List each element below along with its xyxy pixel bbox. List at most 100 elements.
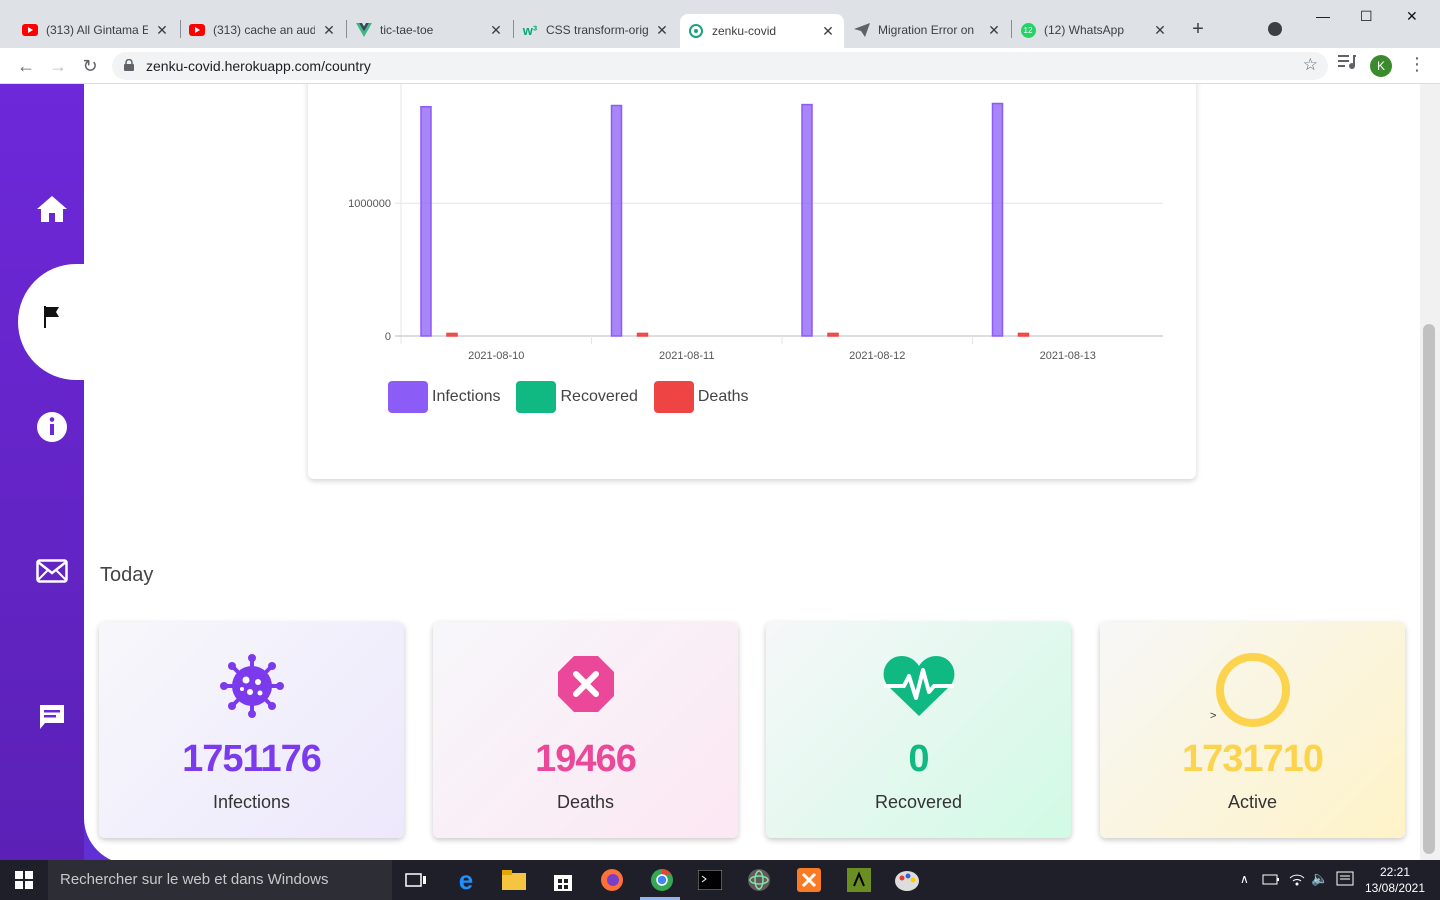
close-tab-icon[interactable]: ✕ xyxy=(488,22,504,39)
sidebar-item-country[interactable] xyxy=(26,304,78,328)
browser-toolbar: ← → ↻ zenku-covid.herokuapp.com/country … xyxy=(0,48,1440,84)
legend-label: Infections xyxy=(432,388,501,405)
forward-arrow-icon[interactable]: → xyxy=(46,54,70,78)
legend-item-recovered[interactable]: Recovered xyxy=(516,381,638,413)
infections-value: 1751176 xyxy=(182,738,322,780)
deaths-value: 19466 xyxy=(535,738,637,780)
tab-search-icon[interactable] xyxy=(1268,22,1282,36)
chart-legend: Infections Recovered Deaths xyxy=(388,381,749,413)
legend-item-infections[interactable]: Infections xyxy=(388,381,500,413)
tab-tic-tae-toe[interactable]: tic-tae-toe ✕ xyxy=(348,14,512,46)
system-clock[interactable]: 22:21 13/08/2021 xyxy=(1362,864,1428,896)
tab-css-transform[interactable]: w³ CSS transform-orig ✕ xyxy=(514,14,678,46)
tab-title: Migration Error on xyxy=(878,23,975,37)
windows-start-icon[interactable] xyxy=(10,866,38,894)
tab-title: CSS transform-orig xyxy=(546,23,648,37)
cases-bar-chart: 0 1000000 2021-08-10 2021-08-11 2021-08-12 20… xyxy=(348,84,1163,362)
w3-icon: w³ xyxy=(522,22,538,38)
close-tab-icon[interactable]: ✕ xyxy=(154,22,170,39)
lock-icon xyxy=(124,59,134,71)
store-icon[interactable] xyxy=(549,866,577,894)
scrollbar-thumb[interactable] xyxy=(1423,324,1435,854)
terminal-icon[interactable] xyxy=(696,866,724,894)
virus-icon xyxy=(219,654,284,718)
profile-avatar[interactable]: K xyxy=(1370,55,1392,77)
info-icon xyxy=(37,412,67,442)
deaths-label: Deaths xyxy=(556,792,615,812)
browser-tab-bar: (313) All Gintama E ✕ (313) cache an aud… xyxy=(0,0,1440,48)
legend-label: Recovered xyxy=(560,388,638,405)
edge-icon[interactable]: e xyxy=(452,865,480,895)
close-tab-icon[interactable]: ✕ xyxy=(1152,22,1168,39)
mail-icon xyxy=(36,559,68,583)
tab-youtube-gintama[interactable]: (313) All Gintama E ✕ xyxy=(14,14,178,46)
windows-taskbar: Rechercher sur le web et dans Windows e … xyxy=(0,860,1440,900)
menu-kebab-icon[interactable]: ⋮ xyxy=(1408,54,1426,75)
task-view-icon[interactable] xyxy=(402,866,430,894)
sidebar-item-home[interactable] xyxy=(26,194,78,224)
wifi-icon[interactable] xyxy=(1288,870,1306,891)
back-arrow-icon[interactable]: ← xyxy=(14,54,38,78)
x-octagon-icon xyxy=(557,656,614,712)
media-control-icon[interactable] xyxy=(1338,54,1356,75)
xampp-icon[interactable] xyxy=(795,866,823,894)
paint-icon[interactable] xyxy=(893,866,921,894)
atom-icon[interactable] xyxy=(745,866,773,894)
stat-card-recovered: 0 Recovered xyxy=(766,622,1071,838)
tab-zenku-covid[interactable]: zenku-covid ✕ xyxy=(680,14,844,48)
tab-title: (313) All Gintama E xyxy=(46,23,148,37)
sidebar-item-chat[interactable] xyxy=(26,703,78,731)
active-label: Active xyxy=(1227,792,1278,812)
tray-chevron-icon[interactable]: ∧ xyxy=(1240,872,1249,886)
legend-swatch xyxy=(653,381,694,413)
stat-card-infections: 1751176 Infections xyxy=(99,622,404,838)
chrome-icon[interactable] xyxy=(648,866,676,894)
maximize-button[interactable]: ☐ xyxy=(1360,8,1373,25)
taskbar-search-input[interactable]: Rechercher sur le web et dans Windows xyxy=(48,860,392,900)
tab-title: (313) cache an aud xyxy=(213,23,315,37)
sidebar-item-contact[interactable] xyxy=(26,559,78,583)
close-tab-icon[interactable]: ✕ xyxy=(321,22,337,39)
y-tick-label: 1000000 xyxy=(348,198,391,210)
new-tab-button[interactable]: + xyxy=(1188,18,1208,41)
reload-icon[interactable]: ↻ xyxy=(78,54,102,78)
battery-icon[interactable] xyxy=(1262,872,1280,891)
bar-infections xyxy=(610,104,623,337)
bar-deaths xyxy=(636,332,649,337)
file-explorer-icon[interactable] xyxy=(500,866,528,894)
x-tick-label: 2021-08-10 xyxy=(468,350,524,362)
infections-label: Infections xyxy=(212,792,291,812)
close-tab-icon[interactable]: ✕ xyxy=(820,23,836,40)
minimize-button[interactable]: — xyxy=(1316,8,1330,24)
bar-deaths xyxy=(1017,332,1030,337)
paper-plane-icon xyxy=(854,22,870,38)
x-tick-label: 2021-08-13 xyxy=(1040,350,1096,362)
firefox-icon[interactable] xyxy=(598,866,626,894)
legend-item-deaths[interactable]: Deaths xyxy=(653,381,749,413)
tab-title: (12) WhatsApp xyxy=(1044,23,1125,37)
shield-favicon-icon xyxy=(688,23,704,39)
whatsapp-icon: 12 xyxy=(1020,22,1036,38)
bar-deaths xyxy=(446,332,458,337)
recovered-label: Recovered xyxy=(874,792,963,812)
tab-whatsapp[interactable]: 12 (12) WhatsApp ✕ xyxy=(1012,14,1176,46)
tab-youtube-cache[interactable]: (313) cache an aud ✕ xyxy=(181,14,345,46)
bar-infections xyxy=(801,103,813,337)
bar-infections xyxy=(991,102,1004,337)
address-bar[interactable]: zenku-covid.herokuapp.com/country ☆ xyxy=(112,52,1328,80)
today-heading: Today xyxy=(100,564,154,586)
youtube-icon xyxy=(189,22,205,38)
page-viewport: 0 1000000 2021-08-10 2021-08-11 2021-08-12 20… xyxy=(0,84,1440,860)
chat-icon xyxy=(40,705,64,729)
tab-migration-error[interactable]: Migration Error on ✕ xyxy=(846,14,1010,46)
cmder-icon[interactable] xyxy=(845,866,873,894)
close-tab-icon[interactable]: ✕ xyxy=(986,22,1002,39)
sidebar-item-info[interactable] xyxy=(26,411,78,443)
notification-icon[interactable] xyxy=(1336,870,1354,893)
volume-icon[interactable]: 🔈 xyxy=(1311,870,1328,887)
home-icon xyxy=(37,196,67,222)
chart-card: 0 1000000 2021-08-10 2021-08-11 2021-08-12 20… xyxy=(308,84,1196,479)
close-window-button[interactable]: ✕ xyxy=(1406,8,1418,25)
close-tab-icon[interactable]: ✕ xyxy=(654,22,670,39)
bookmark-star-icon[interactable]: ☆ xyxy=(1303,55,1318,75)
